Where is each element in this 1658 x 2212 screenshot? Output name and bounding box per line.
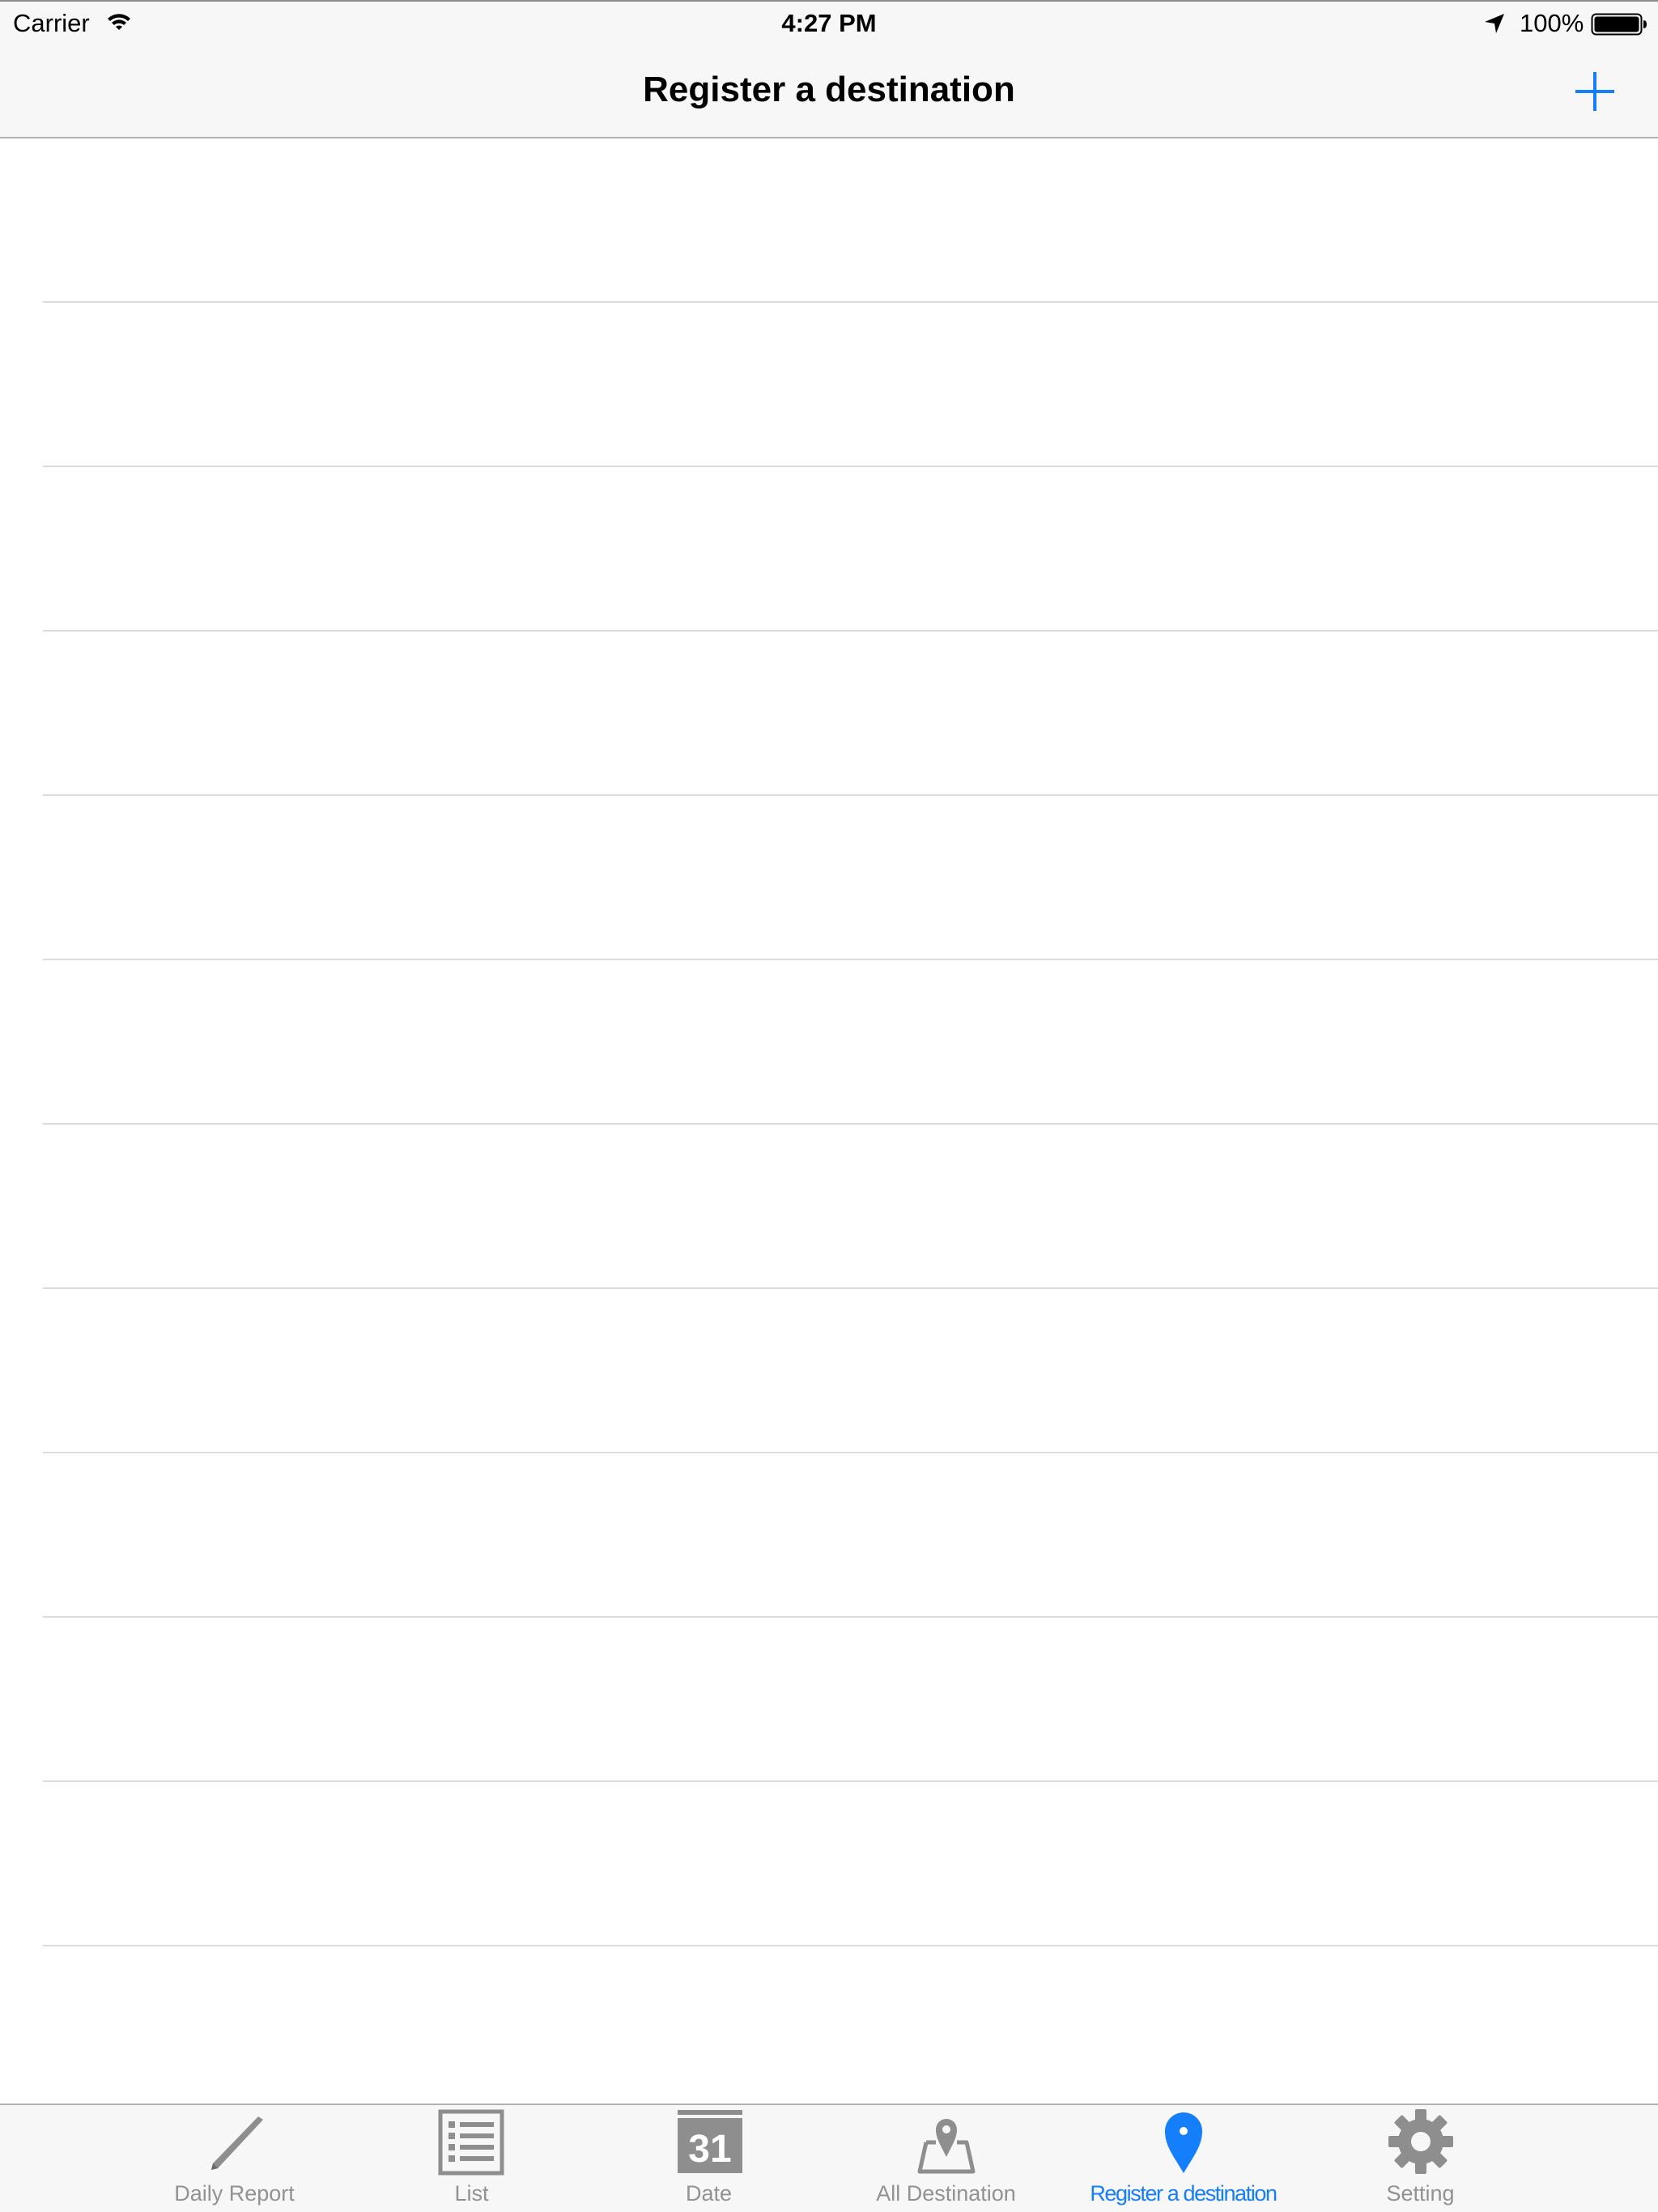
table-row[interactable] (0, 138, 1658, 303)
page-title: Register a destination (643, 70, 1015, 109)
tab-label: List (454, 2181, 489, 2206)
navigation-bar: Register a destination (0, 46, 1658, 138)
tab-list[interactable]: List (353, 2105, 590, 2212)
destination-table[interactable] (0, 138, 1658, 2105)
tab-all-destination[interactable]: All Destination (827, 2105, 1065, 2212)
tab-setting[interactable]: Setting (1302, 2105, 1539, 2212)
calendar-icon: 31 (590, 2107, 827, 2176)
gear-icon (1302, 2107, 1539, 2176)
tab-bar: Daily Report List 31 Date All Destinatio… (0, 2104, 1658, 2212)
table-row[interactable] (0, 796, 1658, 960)
tab-daily-report[interactable]: Daily Report (116, 2105, 353, 2212)
tab-label: All Destination (876, 2181, 1016, 2206)
pencil-icon (116, 2107, 353, 2176)
map-pin-icon (827, 2107, 1065, 2176)
add-destination-button[interactable] (1567, 64, 1622, 119)
table-row[interactable] (0, 1125, 1658, 1289)
tab-date[interactable]: 31 Date (590, 2105, 827, 2212)
tab-label: Register a destination (1090, 2181, 1278, 2206)
location-marker-icon (1065, 2107, 1302, 2176)
table-row[interactable] (0, 1289, 1658, 1453)
table-row[interactable] (0, 1453, 1658, 1618)
tab-label: Setting (1386, 2181, 1455, 2206)
clock-label: 4:27 PM (781, 9, 877, 37)
table-row[interactable] (0, 632, 1658, 796)
status-bar: Carrier 4:27 PM 100% (0, 0, 1658, 46)
location-arrow-icon (1483, 12, 1506, 39)
tab-label: Daily Report (174, 2181, 295, 2206)
plus-icon (1567, 64, 1622, 119)
table-row[interactable] (0, 1946, 1658, 2111)
tab-label: Date (685, 2181, 733, 2206)
tab-register-destination[interactable]: Register a destination (1065, 2105, 1302, 2212)
list-icon (353, 2107, 590, 2176)
table-row[interactable] (0, 960, 1658, 1125)
battery-icon (1591, 13, 1647, 40)
table-row[interactable] (0, 467, 1658, 632)
app-root: Carrier 4:27 PM 100% Register a destinat… (0, 0, 1658, 2212)
table-row[interactable] (0, 1782, 1658, 1946)
table-row[interactable] (0, 303, 1658, 467)
battery-percent: 100% (1520, 9, 1584, 37)
table-row[interactable] (0, 1618, 1658, 1782)
calendar-day-number: 31 (688, 2128, 731, 2171)
